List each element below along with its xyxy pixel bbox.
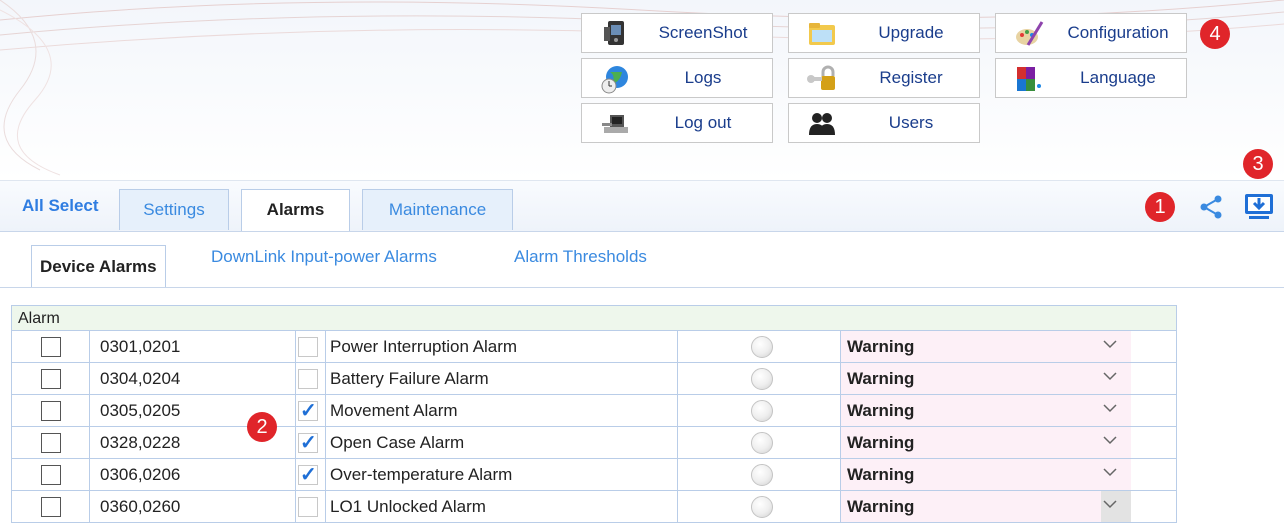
paint-palette-icon (1016, 21, 1044, 46)
alarm-level-value: Warning (847, 369, 915, 388)
alarm-enable-checkbox[interactable] (298, 497, 318, 517)
alarm-level-value: Warning (847, 465, 915, 484)
alarm-level-value: Warning (847, 401, 915, 420)
status-indicator-icon (751, 464, 773, 486)
row-select-checkbox[interactable] (41, 465, 61, 485)
table-row: 0360,0260 LO1 Unlocked Alarm Warning (11, 491, 1177, 523)
alarm-code: 0304,0204 (100, 369, 181, 388)
users-label: Users (888, 113, 934, 132)
share-icon[interactable] (1198, 194, 1224, 220)
status-indicator-icon (751, 432, 773, 454)
tab-maintenance[interactable]: Maintenance (362, 189, 513, 230)
chevron-down-icon (1103, 436, 1117, 445)
checkmark-icon: ✓ (300, 432, 317, 454)
status-indicator-icon (751, 496, 773, 518)
alarm-name: Battery Failure Alarm (330, 369, 489, 388)
alarm-code: 0306,0206 (100, 465, 181, 484)
globe-clock-icon (601, 66, 628, 94)
row-select-checkbox[interactable] (41, 497, 61, 517)
alarm-enable-checkbox[interactable] (298, 337, 318, 357)
callout-badge-4: 4 (1200, 19, 1230, 49)
language-box-icon (1017, 67, 1041, 91)
checkmark-icon: ✓ (300, 464, 317, 486)
alarm-code: 0360,0260 (100, 497, 181, 516)
chevron-down-icon (1103, 468, 1117, 477)
alarm-level-select[interactable]: Warning (841, 395, 1131, 426)
alarm-enable-checkbox[interactable]: ✓ (298, 433, 318, 453)
register-label: Register (879, 68, 943, 87)
checkmark-icon: ✓ (300, 400, 317, 422)
logs-label: Logs (684, 68, 722, 87)
upgrade-button[interactable]: Upgrade (788, 13, 980, 53)
key-lock-icon (807, 65, 835, 90)
row-select-checkbox[interactable] (41, 401, 61, 421)
users-button[interactable]: Users (788, 103, 980, 143)
configuration-button[interactable]: Configuration (995, 13, 1187, 53)
row-select-checkbox[interactable] (41, 433, 61, 453)
status-indicator-icon (751, 368, 773, 390)
alarm-enable-checkbox[interactable]: ✓ (298, 465, 318, 485)
alarm-name: LO1 Unlocked Alarm (330, 497, 486, 516)
alarm-level-value: Warning (847, 337, 915, 356)
alarm-enable-checkbox[interactable]: ✓ (298, 401, 318, 421)
camera-icon (604, 21, 624, 45)
alarm-level-select[interactable]: Warning (841, 491, 1131, 522)
chevron-down-icon (1103, 340, 1117, 349)
all-select-link[interactable]: All Select (22, 196, 99, 216)
register-button[interactable]: Register (788, 58, 980, 98)
callout-badge-1: 1 (1145, 192, 1175, 222)
subtab-downlink-input-power-alarms[interactable]: DownLink Input-power Alarms (211, 247, 437, 267)
alarm-code: 0328,0228 (100, 433, 181, 452)
alarm-name: Movement Alarm (330, 401, 458, 420)
logout-label: Log out (674, 113, 732, 132)
chevron-down-icon (1103, 500, 1117, 509)
alarm-level-select[interactable]: Warning (841, 427, 1131, 458)
upgrade-label: Upgrade (878, 23, 944, 42)
table-row: 0301,0201 Power Interruption Alarm Warni… (11, 331, 1177, 363)
table-row: 0306,0206 ✓ Over-temperature Alarm Warni… (11, 459, 1177, 491)
alarm-level-value: Warning (847, 433, 915, 452)
alarm-table-header: Alarm (11, 305, 1177, 331)
alarm-level-value: Warning (847, 497, 915, 516)
alarm-name: Power Interruption Alarm (330, 337, 518, 356)
callout-badge-3: 3 (1243, 149, 1273, 179)
users-icon (809, 113, 835, 135)
configuration-label: Configuration (1067, 23, 1169, 42)
table-row: 0328,0228 ✓ Open Case Alarm Warning (11, 427, 1177, 459)
logs-button[interactable]: Logs (581, 58, 773, 98)
status-indicator-icon (751, 400, 773, 422)
alarm-level-select[interactable]: Warning (841, 363, 1131, 394)
screenshot-label: ScreenShot (658, 23, 748, 42)
logout-button[interactable]: Log out (581, 103, 773, 143)
table-row: 0304,0204 Battery Failure Alarm Warning (11, 363, 1177, 395)
chevron-down-icon (1103, 372, 1117, 381)
language-label: Language (1080, 68, 1156, 87)
download-monitor-icon[interactable] (1243, 192, 1275, 220)
alarm-code: 0301,0201 (100, 337, 181, 356)
alarm-code: 0305,0205 (100, 401, 181, 420)
callout-badge-2: 2 (247, 412, 277, 442)
subtab-device-alarms[interactable]: Device Alarms (31, 245, 166, 287)
tab-settings[interactable]: Settings (119, 189, 229, 230)
alarm-name: Over-temperature Alarm (330, 465, 513, 484)
row-select-checkbox[interactable] (41, 369, 61, 389)
row-select-checkbox[interactable] (41, 337, 61, 357)
chevron-down-icon (1103, 404, 1117, 413)
computer-logout-icon (602, 115, 628, 133)
alarm-level-select[interactable]: Warning (841, 331, 1131, 362)
folder-icon (809, 23, 835, 45)
status-indicator-icon (751, 336, 773, 358)
language-button[interactable]: Language (995, 58, 1187, 98)
screenshot-button[interactable]: ScreenShot (581, 13, 773, 53)
subtab-alarm-thresholds[interactable]: Alarm Thresholds (514, 247, 647, 267)
alarm-level-select[interactable]: Warning (841, 459, 1131, 490)
alarm-enable-checkbox[interactable] (298, 369, 318, 389)
tab-alarms[interactable]: Alarms (241, 189, 350, 231)
alarm-name: Open Case Alarm (330, 433, 465, 452)
table-row: 0305,0205 ✓ Movement Alarm Warning (11, 395, 1177, 427)
